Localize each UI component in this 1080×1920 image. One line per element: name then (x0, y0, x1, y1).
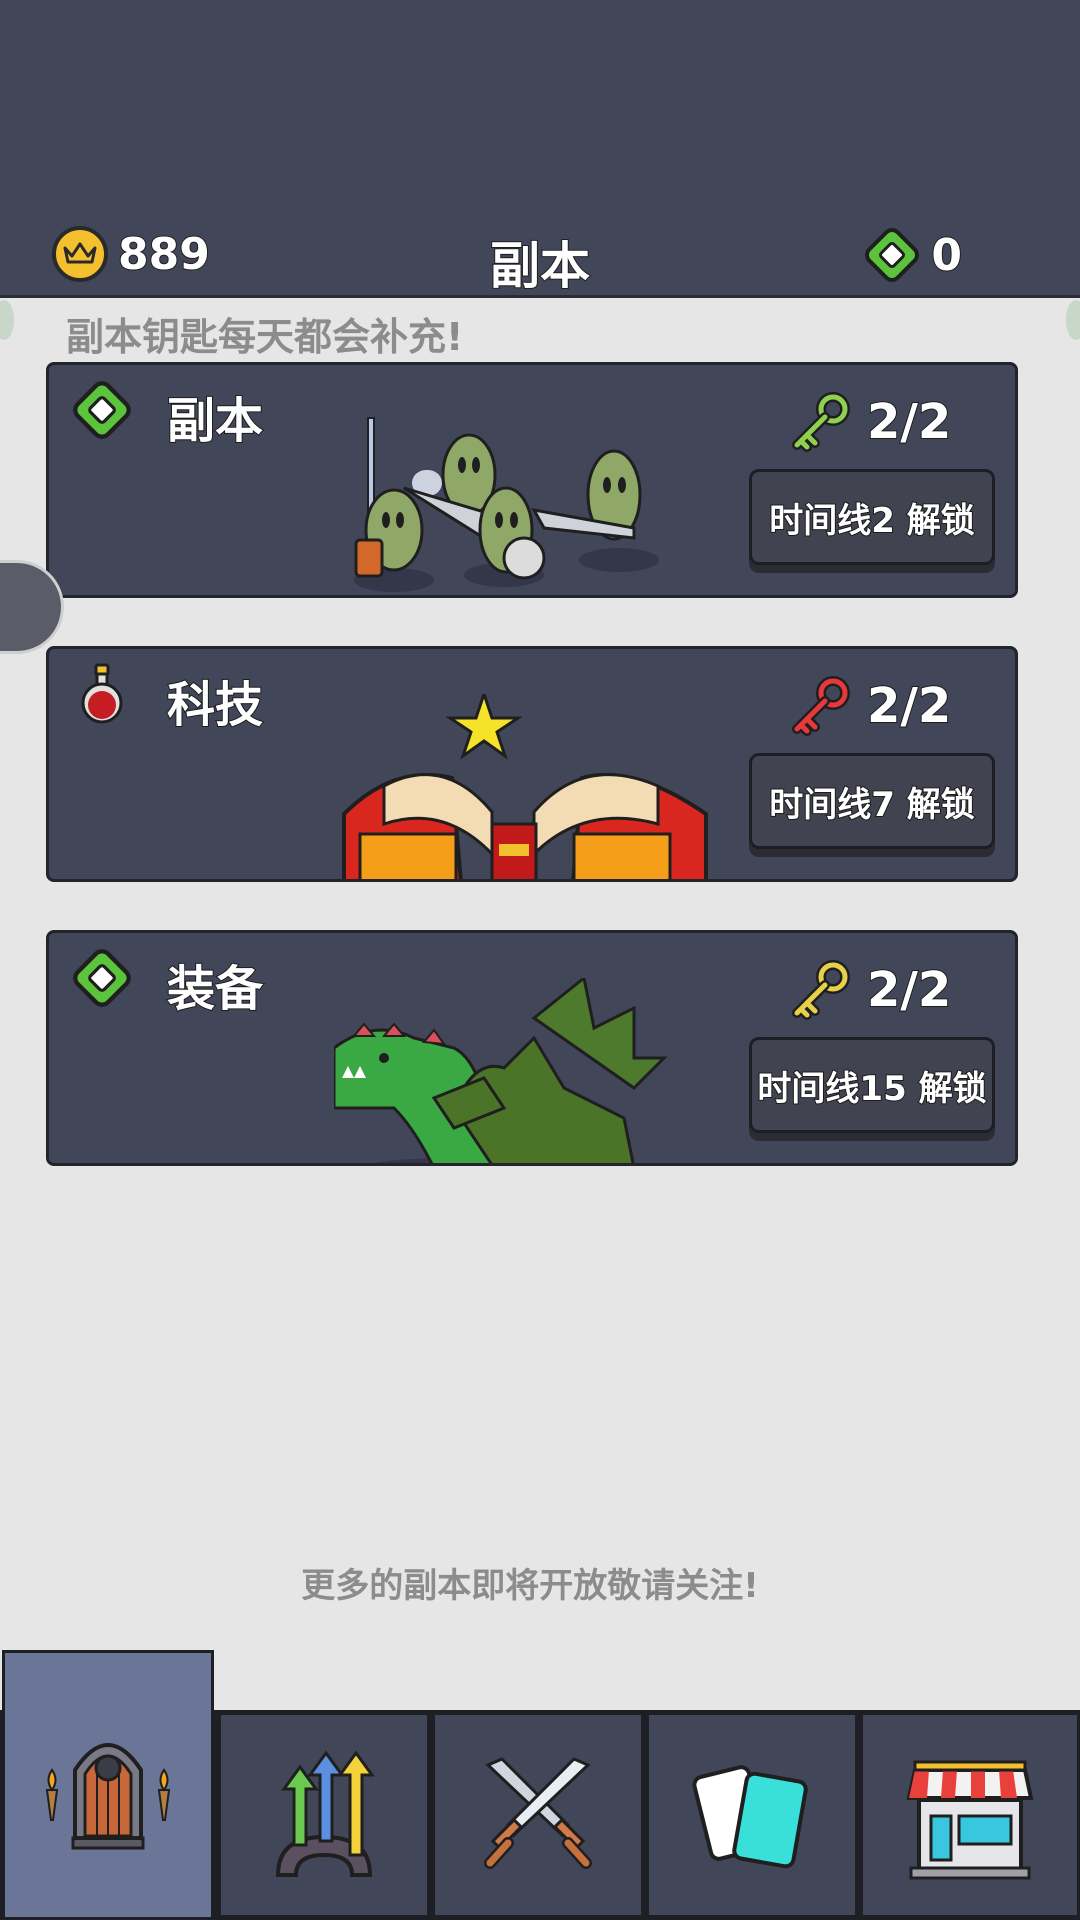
card-title: 装备 (166, 960, 264, 1018)
crossed-swords-icon (484, 1757, 592, 1869)
key-count: 2/2 (866, 677, 952, 735)
cards-icon (692, 1765, 808, 1869)
tab-battle[interactable] (432, 1712, 644, 1918)
dungeon-card-instance[interactable]: 副本 2/2 时间线2 解锁 (46, 362, 1018, 598)
edge-decoration (0, 300, 14, 340)
tab-dungeon[interactable] (2, 1650, 214, 1920)
unlock-button[interactable]: 时间线2 解锁 (749, 469, 995, 565)
dungeon-card-tech[interactable]: 科技 2/2 时间线7 解锁 (46, 646, 1018, 882)
unlock-button[interactable]: 时间线7 解锁 (749, 753, 995, 849)
key-counter: 2/2 (789, 391, 952, 453)
more-coming-notice: 更多的副本即将开放敬请关注! (301, 1566, 759, 1606)
key-counter: 2/2 (789, 959, 952, 1021)
key-refill-notice: 副本钥匙每天都会补充! (66, 315, 464, 359)
card-title: 科技 (166, 676, 264, 734)
upgrade-arrows-icon (275, 1750, 375, 1877)
book-art (342, 694, 708, 879)
dungeon-card-equipment[interactable]: 装备 2/2 时间线15 解锁 (46, 930, 1018, 1166)
key-icon (792, 960, 850, 1020)
tab-cards[interactable] (646, 1712, 858, 1918)
dungeon-door-icon (45, 1743, 171, 1850)
key-count: 2/2 (866, 961, 952, 1019)
green-gem-icon (865, 228, 920, 282)
tab-upgrade[interactable] (218, 1712, 430, 1918)
green-gem-icon (73, 381, 131, 439)
soldiers-art (354, 417, 659, 592)
card-title: 副本 (166, 392, 264, 450)
key-count: 2/2 (866, 393, 952, 451)
shop-icon (906, 1760, 1034, 1880)
key-icon (792, 392, 850, 452)
key-icon (792, 676, 850, 736)
top-bar: 889 副本 0 (0, 0, 1080, 298)
green-gem-icon (73, 949, 131, 1007)
potion-icon (81, 663, 123, 724)
gem-count: 0 (930, 229, 963, 282)
tab-shop[interactable] (860, 1712, 1080, 1918)
unlock-button[interactable]: 时间线15 解锁 (749, 1037, 995, 1133)
edge-decoration (1066, 300, 1080, 340)
dragon-art (334, 978, 668, 1163)
gem-counter: 0 (863, 226, 963, 284)
key-counter: 2/2 (789, 675, 952, 737)
